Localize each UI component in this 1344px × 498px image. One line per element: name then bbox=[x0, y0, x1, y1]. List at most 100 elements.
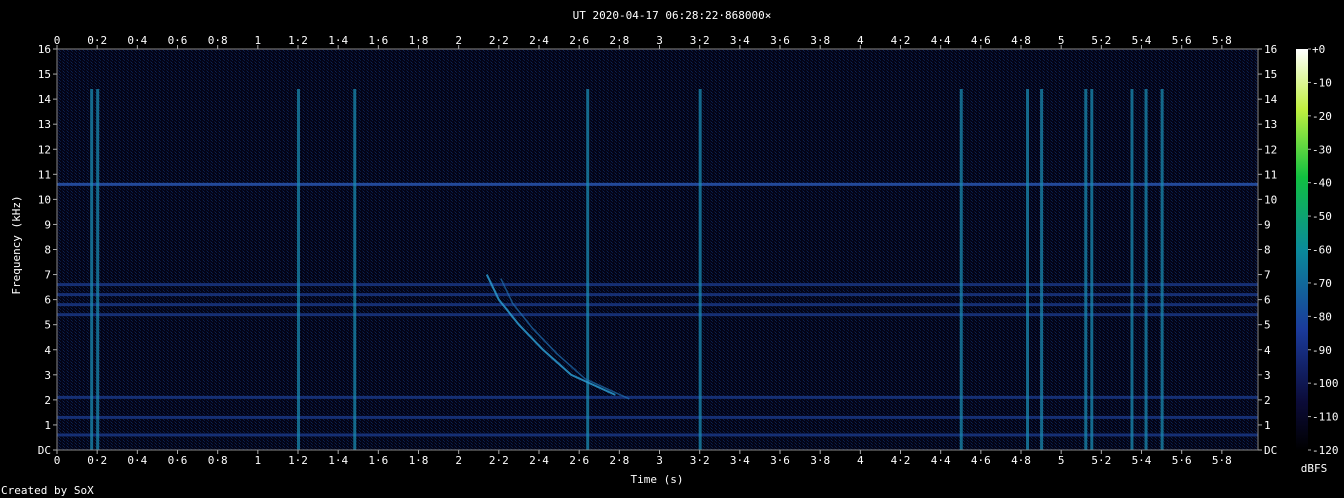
x-tick-label: 3 bbox=[656, 34, 663, 47]
y-tick-label: 13 bbox=[1264, 118, 1277, 131]
y-tick-label: 8 bbox=[44, 244, 51, 257]
x-tick-label: 1·2 bbox=[288, 34, 308, 47]
x-tick-label: 2·6 bbox=[569, 454, 589, 467]
y-tick-label: 3 bbox=[1264, 369, 1271, 382]
y-tick-label: 16 bbox=[38, 43, 51, 56]
x-tick-label: 0·4 bbox=[127, 454, 147, 467]
impulse-7 bbox=[1026, 89, 1030, 450]
x-tick-label: 1·6 bbox=[368, 34, 388, 47]
x-tick-label: 0·6 bbox=[168, 454, 188, 467]
x-tick-label: 4·2 bbox=[891, 454, 911, 467]
band-2 bbox=[57, 395, 1258, 399]
y-tick-label: 7 bbox=[44, 269, 51, 282]
colorbar-tick-label: -120 bbox=[1312, 444, 1339, 457]
x-tick-label: 4·8 bbox=[1011, 34, 1031, 47]
chart-title: UT 2020-04-17 06:28:22·868000× bbox=[573, 9, 772, 22]
colorbar-tick-label: -70 bbox=[1312, 277, 1332, 290]
y-tick-label: 7 bbox=[1264, 269, 1271, 282]
x-tick-label: 3·8 bbox=[810, 454, 830, 467]
x-tick-label: 1·4 bbox=[328, 454, 348, 467]
colorbar-tick-label: -60 bbox=[1312, 244, 1332, 257]
y-tick-label: 16 bbox=[1264, 43, 1277, 56]
impulse-0 bbox=[90, 89, 94, 450]
band-1 bbox=[57, 415, 1258, 419]
plot-area bbox=[56, 48, 1259, 451]
y-tick-label: 10 bbox=[1264, 193, 1277, 206]
x-tick-label: 0 bbox=[54, 34, 61, 47]
y-tick-label: 9 bbox=[44, 218, 51, 231]
x-tick-label: 2·4 bbox=[529, 34, 549, 47]
y-tick-label: 6 bbox=[44, 294, 51, 307]
x-tick-label: 0·6 bbox=[168, 34, 188, 47]
impulse-2 bbox=[297, 89, 301, 450]
y-tick-label: 10 bbox=[38, 193, 51, 206]
x-tick-label: 5·4 bbox=[1132, 454, 1152, 467]
y-axis-right: DC12345678910111213141516 bbox=[1258, 43, 1278, 457]
x-tick-label: 2·8 bbox=[609, 34, 629, 47]
x-tick-label: 4·6 bbox=[971, 34, 991, 47]
y-tick-label: 5 bbox=[1264, 319, 1271, 332]
y-tick-label: 8 bbox=[1264, 244, 1271, 257]
x-tick-label: 2 bbox=[455, 34, 462, 47]
x-tick-label: 4·8 bbox=[1011, 454, 1031, 467]
impulse-1 bbox=[96, 89, 100, 450]
x-tick-label: 3·6 bbox=[770, 34, 790, 47]
colorbar-gradient bbox=[1296, 49, 1308, 450]
x-tick-label: 1·8 bbox=[409, 454, 429, 467]
impulse-10 bbox=[1090, 89, 1094, 450]
x-tick-label: 4·4 bbox=[931, 454, 951, 467]
x-axis-bottom: 0 0·2 0·4 0·6 0·8 1 1·2 1·4 1·6 1·8 2 2·2 2·4 2·6 2·8 3… bbox=[54, 450, 1232, 467]
impulse-12 bbox=[1144, 89, 1148, 450]
colorbar-tick-label: +0 bbox=[1312, 43, 1325, 56]
x-tick-label: 5 bbox=[1058, 454, 1065, 467]
y-tick-label: DC bbox=[38, 444, 51, 457]
x-tick-label: 1·6 bbox=[368, 454, 388, 467]
y-tick-label: 14 bbox=[1264, 93, 1278, 106]
colorbar-tick-label: -90 bbox=[1312, 344, 1332, 357]
x-tick-label: 3 bbox=[656, 454, 663, 467]
y-tick-label: 12 bbox=[1264, 143, 1277, 156]
colorbar-tick-label: -40 bbox=[1312, 177, 1332, 190]
impulse-11 bbox=[1130, 89, 1134, 450]
colorbar-tick-label: -20 bbox=[1312, 110, 1332, 123]
y-tick-label: 6 bbox=[1264, 294, 1271, 307]
impulse-5 bbox=[698, 89, 702, 450]
y-tick-label: DC bbox=[1264, 444, 1277, 457]
colorbar-tick-label: -30 bbox=[1312, 143, 1332, 156]
y-tick-label: 5 bbox=[44, 319, 51, 332]
x-tick-label: 2·6 bbox=[569, 34, 589, 47]
x-tick-label: 0·2 bbox=[87, 454, 107, 467]
band-5 bbox=[57, 293, 1258, 297]
x-tick-label: 5·6 bbox=[1172, 34, 1192, 47]
y-axis-label: Frequency (kHz) bbox=[10, 195, 23, 294]
y-axis-left: DC12345678910111213141516 bbox=[38, 43, 57, 457]
x-tick-label: 5·4 bbox=[1132, 34, 1152, 47]
y-tick-label: 1 bbox=[1264, 419, 1271, 432]
x-tick-label: 0·4 bbox=[127, 34, 147, 47]
spectrogram-chart: UT 2020-04-17 06:28:22·868000× 0 0·2 0·4 0·… bbox=[1, 9, 1339, 497]
colorbar-ticks: +0 -10 -20 -30 -40 -50 -60 -70 -80 -90 -100 -110 -12… bbox=[1308, 43, 1339, 457]
x-tick-label: 5·8 bbox=[1212, 454, 1232, 467]
x-tick-label: 1·2 bbox=[288, 454, 308, 467]
x-tick-label: 1 bbox=[255, 454, 262, 467]
x-tick-label: 2·8 bbox=[609, 454, 629, 467]
y-tick-label: 9 bbox=[1264, 218, 1271, 231]
x-tick-label: 2·2 bbox=[489, 34, 509, 47]
x-tick-label: 3·2 bbox=[690, 34, 710, 47]
x-tick-label: 1·4 bbox=[328, 34, 348, 47]
colorbar-tick-label: -80 bbox=[1312, 310, 1332, 323]
y-tick-label: 15 bbox=[38, 68, 51, 81]
band-0 bbox=[57, 433, 1258, 437]
x-tick-label: 4 bbox=[857, 34, 864, 47]
x-tick-label: 4·6 bbox=[971, 454, 991, 467]
x-tick-label: 5·6 bbox=[1172, 454, 1192, 467]
x-tick-label: 4 bbox=[857, 454, 864, 467]
x-tick-label: 0·2 bbox=[87, 34, 107, 47]
y-tick-label: 3 bbox=[44, 369, 51, 382]
x-tick-label: 3·6 bbox=[770, 454, 790, 467]
x-tick-label: 5·2 bbox=[1091, 454, 1111, 467]
colorbar-tick-label: -100 bbox=[1312, 377, 1339, 390]
colorbar-tick-label: -50 bbox=[1312, 210, 1332, 223]
x-tick-label: 0·8 bbox=[208, 34, 228, 47]
x-tick-label: 5 bbox=[1058, 34, 1065, 47]
